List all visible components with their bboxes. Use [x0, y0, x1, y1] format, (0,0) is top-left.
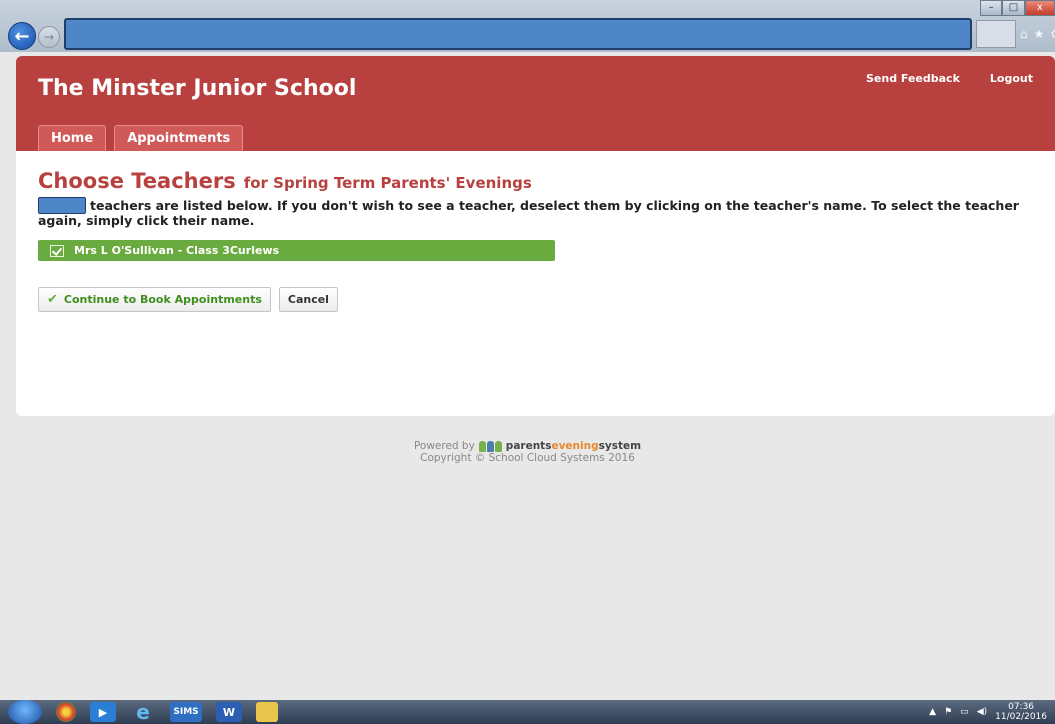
browser-toolbar: ⌂ ★ ⚙ [1020, 27, 1055, 41]
start-button[interactable] [8, 700, 42, 724]
tab-home[interactable]: Home [38, 125, 107, 151]
top-links: Send Feedback Logout [866, 72, 1033, 85]
main-content: Choose Teachers for Spring Term Parents'… [16, 151, 1055, 330]
tab-appointments[interactable]: Appointments [114, 125, 244, 151]
continue-button[interactable]: ✔ Continue to Book Appointments [38, 287, 271, 312]
browser-chrome: ← → – □ x ⌂ ★ ⚙ [0, 0, 1055, 52]
forward-arrow-icon: → [43, 30, 55, 44]
main-nav: Home Appointments [38, 125, 244, 151]
form-actions: ✔ Continue to Book Appointments Cancel [38, 287, 1033, 312]
page-card: The Minster Junior School Send Feedback … [16, 56, 1055, 416]
school-title: The Minster Junior School [38, 76, 357, 101]
brand-logo-text[interactable]: parentseveningsystem [506, 440, 641, 452]
back-arrow-icon: ← [14, 25, 30, 47]
clock-time: 07:36 [1008, 702, 1035, 712]
powered-by-label: Powered by [413, 440, 475, 452]
page-footer: Powered by parentseveningsystem Copyrigh… [0, 440, 1055, 464]
intro-text: teachers are listed below. If you don't … [38, 198, 1019, 228]
clock-date: 11/02/2016 [995, 712, 1047, 722]
back-button[interactable]: ← [8, 22, 36, 50]
page-title: Choose Teachers [38, 169, 236, 193]
send-feedback-link[interactable]: Send Feedback [866, 72, 960, 85]
intro-text-block: teachers are listed below. If you don't … [38, 197, 1033, 228]
address-bar[interactable] [64, 18, 972, 50]
internet-explorer-taskbar-icon[interactable]: e [130, 700, 156, 724]
teacher-name: Mrs L O'Sullivan - Class 3Curlews [74, 244, 280, 257]
forward-button[interactable]: → [38, 26, 60, 48]
continue-button-label: Continue to Book Appointments [63, 293, 262, 306]
media-player-taskbar-icon[interactable]: ▶ [90, 702, 116, 722]
page-heading: Choose Teachers for Spring Term Parents'… [38, 169, 1033, 193]
people-logo-icon [478, 440, 502, 452]
system-tray: ▲ ⚑ ▭ ◀) 07:36 11/02/2016 [929, 702, 1055, 722]
volume-icon[interactable]: ◀) [977, 707, 987, 717]
star-icon[interactable]: ★ [1034, 27, 1045, 41]
flag-icon[interactable]: ⚑ [944, 707, 952, 717]
minimize-button[interactable]: – [980, 0, 1003, 16]
teacher-item[interactable]: Mrs L O'Sullivan - Class 3Curlews [38, 240, 555, 261]
address-bar-controls[interactable] [976, 20, 1016, 48]
tray-arrow-icon[interactable]: ▲ [929, 707, 936, 717]
checkbox-checked-icon[interactable] [50, 244, 64, 257]
logout-link[interactable]: Logout [990, 72, 1033, 85]
maximize-button[interactable]: □ [1002, 0, 1025, 16]
sims-taskbar-icon[interactable]: SIMS [170, 702, 202, 722]
powered-by-row: Powered by parentseveningsystem [0, 440, 1055, 452]
network-icon[interactable]: ▭ [960, 707, 969, 717]
checkmark-icon: ✔ [47, 292, 58, 307]
cancel-button[interactable]: Cancel [278, 287, 338, 312]
copyright-text: Copyright © School Cloud Systems 2016 [420, 452, 635, 464]
home-icon[interactable]: ⌂ [1020, 27, 1028, 41]
site-header: The Minster Junior School Send Feedback … [16, 56, 1055, 151]
word-taskbar-icon[interactable]: W [216, 702, 242, 722]
chrome-taskbar-icon[interactable] [56, 702, 76, 722]
gear-icon[interactable]: ⚙ [1050, 27, 1055, 41]
window-controls: – □ x [980, 0, 1055, 18]
windows-taskbar: ▶ e SIMS W ▲ ⚑ ▭ ◀) 07:36 11/02/2016 [0, 700, 1055, 724]
close-window-button[interactable]: x [1024, 0, 1055, 16]
redacted-student-name [38, 197, 86, 214]
page-subtitle: for Spring Term Parents' Evenings [243, 174, 532, 192]
system-clock[interactable]: 07:36 11/02/2016 [995, 702, 1047, 722]
folder-taskbar-icon[interactable] [256, 702, 278, 722]
